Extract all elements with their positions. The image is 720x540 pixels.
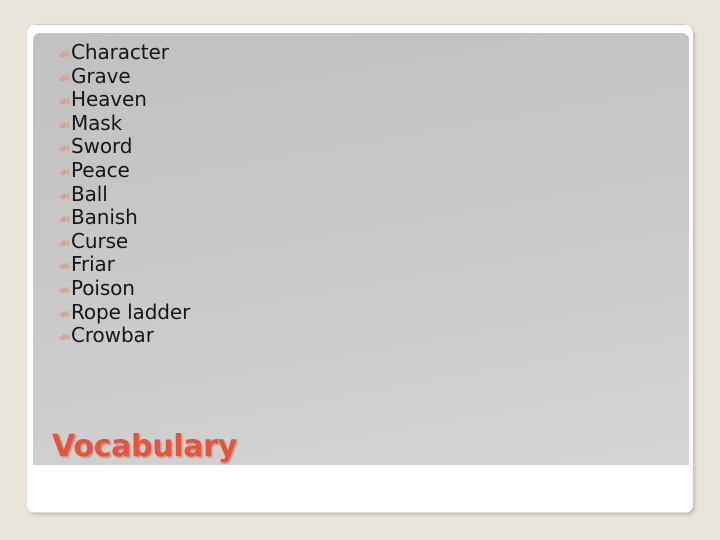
floral-heart-bullet-icon: ❧ bbox=[58, 328, 71, 347]
floral-heart-bullet-icon: ❧ bbox=[58, 68, 71, 87]
list-item-label: Ball bbox=[71, 181, 108, 206]
floral-heart-bullet-icon: ❧ bbox=[58, 280, 71, 299]
page-title: Vocabulary bbox=[52, 429, 237, 464]
card-bottom-strip bbox=[27, 465, 693, 513]
list-item-label: Friar bbox=[71, 252, 115, 277]
list-item-label: Character bbox=[71, 40, 169, 64]
list-item-label: Crowbar bbox=[71, 323, 154, 348]
floral-heart-bullet-icon: ❧ bbox=[58, 186, 71, 205]
card-bottom-divider bbox=[27, 512, 693, 513]
list-item: ❧ Heaven bbox=[45, 88, 665, 112]
floral-heart-bullet-icon: ❧ bbox=[58, 92, 71, 111]
floral-heart-bullet-icon: ❧ bbox=[58, 139, 71, 158]
floral-heart-bullet-icon: ❧ bbox=[58, 210, 71, 229]
list-item: ❧ Banish bbox=[45, 206, 665, 230]
list-item-label: Curse bbox=[71, 228, 129, 253]
list-item: ❧ Friar bbox=[45, 253, 665, 277]
list-item-label: Heaven bbox=[71, 87, 147, 112]
list-item: ❧ Rope ladder bbox=[45, 299, 665, 325]
list-item: ❧ Poison bbox=[45, 275, 665, 301]
list-item-label: Grave bbox=[71, 63, 131, 88]
list-item: ❧ Peace bbox=[45, 157, 665, 183]
floral-heart-bullet-icon: ❧ bbox=[58, 304, 71, 323]
list-item-label: Banish bbox=[71, 205, 138, 230]
list-item-label: Poison bbox=[71, 275, 135, 300]
list-item: ❧ Grave bbox=[45, 63, 665, 89]
list-item: ❧ Ball bbox=[45, 181, 665, 207]
list-item-label: Rope ladder bbox=[71, 299, 191, 324]
floral-heart-bullet-icon: ❧ bbox=[58, 257, 71, 276]
slide-content-panel: ❧ Character ❧ Grave ❧ Heaven ❧ Mask ❧ Sword ❧ Peace… bbox=[33, 33, 689, 465]
list-item: ❧ Mask bbox=[45, 110, 665, 136]
list-item-label: Peace bbox=[71, 157, 130, 182]
floral-heart-bullet-icon: ❧ bbox=[58, 115, 71, 134]
floral-heart-bullet-icon: ❧ bbox=[58, 233, 71, 252]
floral-heart-bullet-icon: ❧ bbox=[58, 45, 71, 63]
list-item: ❧ Character bbox=[45, 40, 665, 65]
list-item-label: Sword bbox=[71, 134, 133, 159]
floral-heart-bullet-icon: ❧ bbox=[58, 162, 71, 181]
list-item: ❧ Crowbar bbox=[45, 324, 665, 348]
list-item: ❧ Curse bbox=[45, 228, 665, 254]
card-top-divider bbox=[27, 24, 693, 25]
vocabulary-list: ❧ Character ❧ Grave ❧ Heaven ❧ Mask ❧ Sword ❧ Peace… bbox=[45, 40, 665, 348]
list-item-label: Mask bbox=[71, 110, 123, 135]
list-item: ❧ Sword bbox=[45, 135, 665, 159]
slide-card: ❧ Character ❧ Grave ❧ Heaven ❧ Mask ❧ Sword ❧ Peace… bbox=[27, 24, 693, 513]
